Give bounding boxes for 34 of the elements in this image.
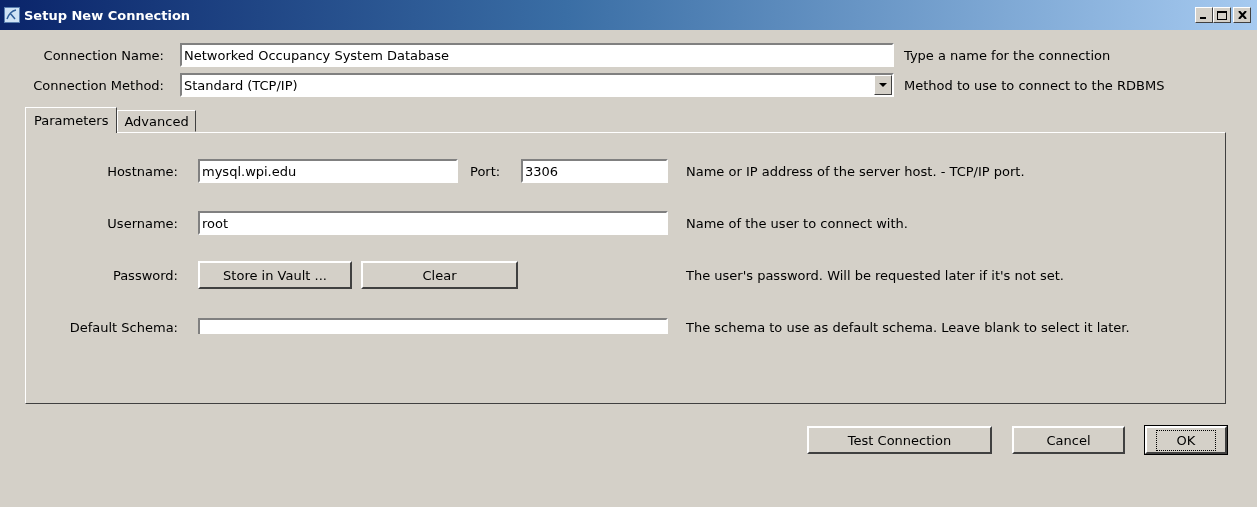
field-label: Password: — [111, 267, 179, 283]
help-text: Type a name for the connection — [904, 47, 1111, 63]
username-field[interactable]: root — [198, 211, 668, 235]
dialog-button[interactable]: Cancel — [1012, 426, 1125, 454]
hostname-field[interactable]: mysql.wpi.edu — [198, 159, 458, 183]
dialog-button[interactable]: OK — [1145, 426, 1227, 454]
tab[interactable]: Parameters — [25, 107, 118, 133]
dialog-button[interactable]: Test Connection — [807, 426, 992, 454]
close-button[interactable] — [1233, 7, 1251, 23]
close-icon — [1237, 11, 1247, 19]
maximize-icon — [1217, 10, 1227, 20]
default-schema-field[interactable] — [198, 318, 668, 334]
port-field[interactable]: 3306 — [521, 159, 668, 183]
password-button[interactable]: Store in Vault ... — [198, 261, 352, 289]
help-text: The user's password. Will be requested later if it's not set. — [686, 267, 1064, 283]
maximize-button[interactable] — [1213, 7, 1231, 23]
help-text: Name of the user to connect with. — [686, 215, 908, 231]
window-title: Setup New Connection — [24, 7, 192, 23]
help-text: Method to use to connect to the RDBMS — [904, 77, 1165, 93]
caret-icon — [879, 83, 887, 87]
connection-method-dropdown[interactable]: Standard (TCP/IP) — [180, 73, 894, 97]
field-label: Connection Method: — [32, 77, 165, 93]
field-label: Port: — [470, 163, 502, 179]
tab[interactable]: Advanced — [117, 110, 196, 132]
app-icon — [4, 7, 20, 23]
field-label: Default Schema: — [68, 319, 179, 335]
help-text: The schema to use as default schema. Leave blank to select it later. — [686, 319, 1130, 335]
field-label: Connection Name: — [42, 47, 165, 63]
field-label: Username: — [106, 215, 179, 231]
connection-name-field[interactable]: Networked Occupancy System Database — [180, 43, 894, 67]
field-label: Hostname: — [106, 163, 179, 179]
minimize-button[interactable] — [1195, 7, 1213, 23]
password-button[interactable]: Clear — [361, 261, 518, 289]
help-text: Name or IP address of the server host. - TCP/IP port. — [686, 163, 1025, 179]
